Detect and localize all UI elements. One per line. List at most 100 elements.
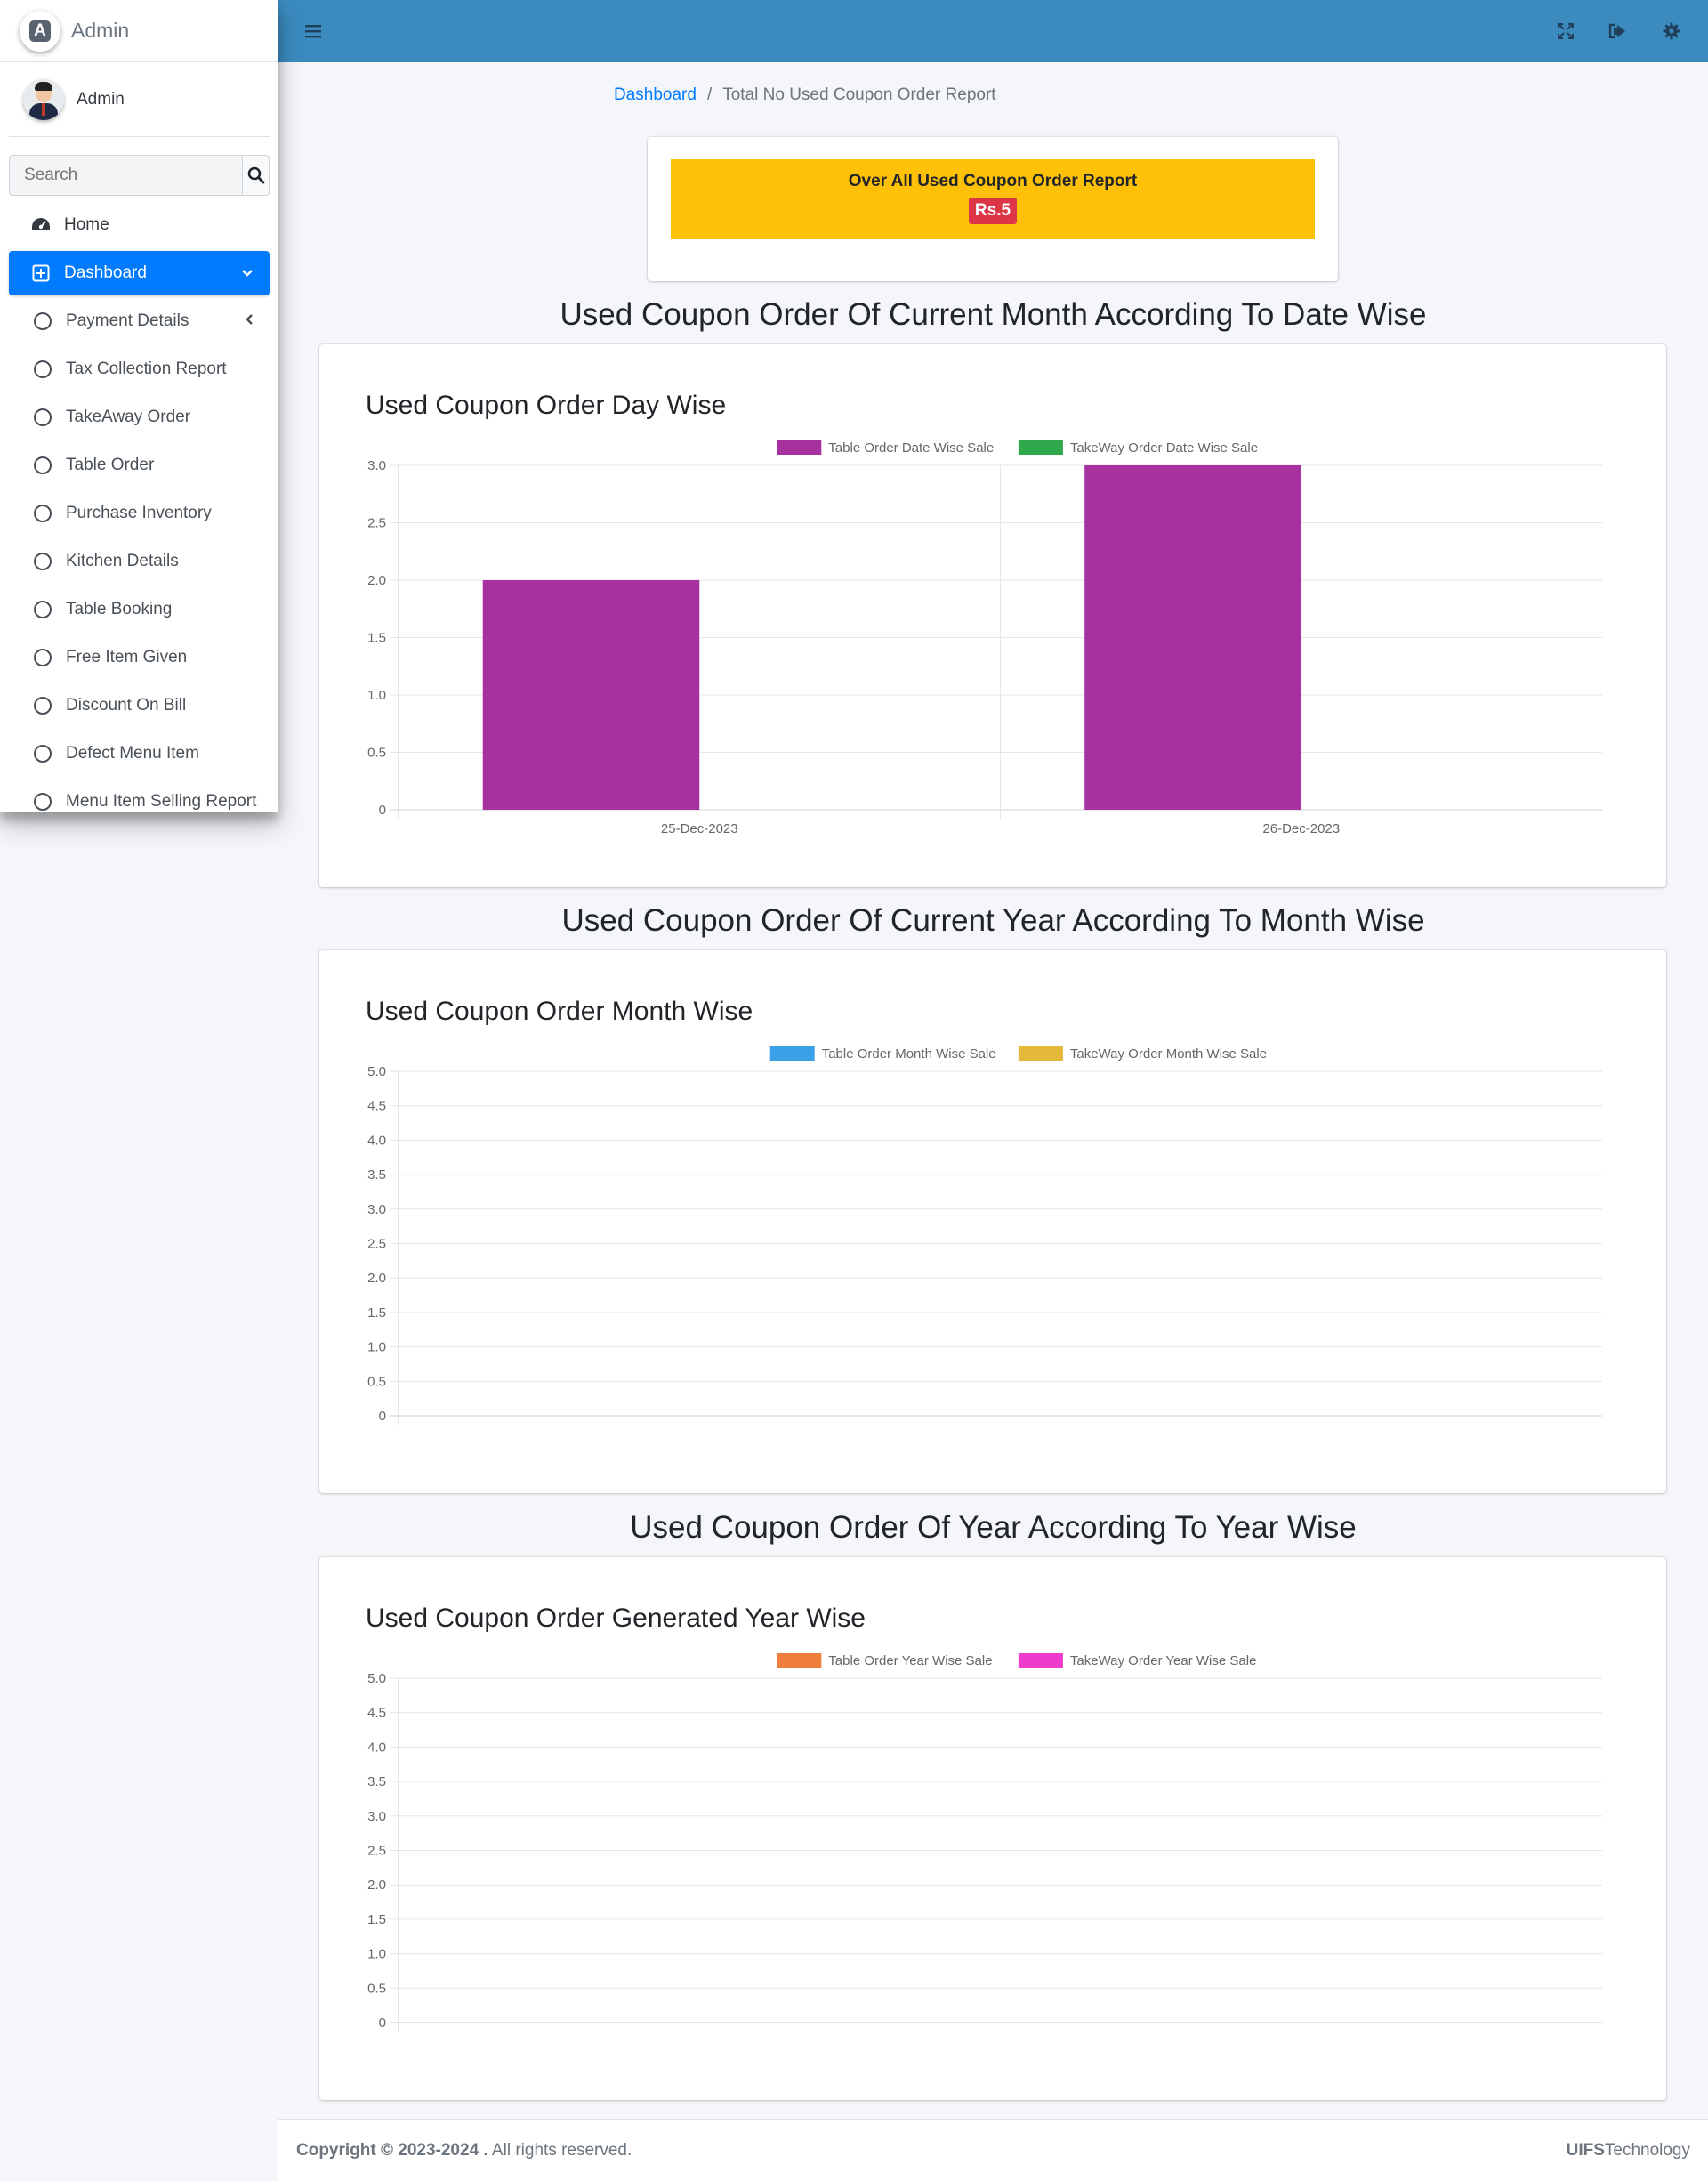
search-input[interactable] xyxy=(9,155,242,196)
sidebar-item-kitchen-details[interactable]: Kitchen Details xyxy=(9,539,270,584)
y-tick-label: 3.0 xyxy=(367,458,386,473)
chart-year-svg: Table Order Year Wise Sale TakeWay Order … xyxy=(367,1653,1602,2032)
sidebar-item-table-order[interactable]: Table Order xyxy=(9,443,270,488)
circle-icon xyxy=(32,503,53,524)
sidebar-item-payment-details[interactable]: Payment Details xyxy=(9,299,270,343)
y-tick-label: 5.0 xyxy=(367,1064,386,1079)
topbar xyxy=(278,0,1708,62)
circle-icon xyxy=(32,311,53,332)
sidebar-item-free-item-given[interactable]: Free Item Given xyxy=(9,635,270,680)
circle-icon xyxy=(32,599,53,620)
y-tick-label: 4.0 xyxy=(367,1740,386,1755)
section-title-year: Used Coupon Order Of Year According To Y… xyxy=(630,1510,1357,1545)
footer-rights-text: All rights reserved. xyxy=(487,2140,632,2160)
breadcrumb-dashboard-link[interactable]: Dashboard xyxy=(614,85,697,105)
y-tick-label: 2.5 xyxy=(367,1844,386,1859)
y-tick-label: 2.0 xyxy=(367,1271,386,1286)
footer-copyright-text: Copyright © 2023-2024 . xyxy=(296,2140,488,2160)
legend-label: Table Order Month Wise Sale xyxy=(822,1046,996,1062)
bar xyxy=(1084,465,1301,810)
hamburger-icon xyxy=(305,25,321,38)
circle-icon xyxy=(32,407,53,428)
y-tick-label: 1.0 xyxy=(367,688,386,703)
y-tick-label: 1.5 xyxy=(367,631,386,646)
legend-swatch xyxy=(1018,1046,1063,1061)
sidebar-item-home[interactable]: Home xyxy=(9,203,270,247)
circle-icon xyxy=(32,551,53,572)
sidebar-item-label: Menu Item Selling Report xyxy=(66,792,257,811)
circle-icon xyxy=(32,647,53,668)
search-button[interactable] xyxy=(242,155,270,196)
y-tick-label: 0 xyxy=(379,2015,386,2031)
y-tick-label: 0 xyxy=(379,1409,386,1424)
summary-value-badge: Rs.5 xyxy=(968,198,1018,224)
legend-swatch xyxy=(777,440,822,455)
bar xyxy=(482,580,700,810)
section-title-day: Used Coupon Order Of Current Month Accor… xyxy=(560,297,1427,332)
chart-day-svg: Table Order Date Wise Sale TakeWay Order … xyxy=(367,440,1602,836)
y-tick-label: 3.0 xyxy=(367,1809,386,1824)
y-tick-label: 1.0 xyxy=(367,1947,386,1962)
sidebar-item-dashboard[interactable]: Dashboard xyxy=(9,251,270,295)
sidebar-item-label: Free Item Given xyxy=(66,648,188,666)
sidebar-item-menu-item-selling-report[interactable]: Menu Item Selling Report xyxy=(9,780,270,812)
sidebar-nav: Home Dashboard Payment Details Tax Colle… xyxy=(0,203,278,812)
logout-button[interactable] xyxy=(1607,20,1630,43)
y-tick-label: 3.0 xyxy=(367,1202,386,1217)
y-tick-label: 1.5 xyxy=(367,1912,386,1927)
expand-icon xyxy=(1558,23,1574,39)
footer-company-bold: UIFS xyxy=(1566,2140,1605,2160)
legend-label: TakeWay Order Year Wise Sale xyxy=(1070,1653,1257,1668)
sidebar-item-takeaway-order[interactable]: TakeAway Order xyxy=(9,395,270,440)
footer-company: UIFSTechnology xyxy=(1567,2141,1690,2161)
tachometer-icon xyxy=(30,214,52,236)
chevron-left-icon xyxy=(245,311,254,331)
summary-box: Over All Used Coupon Order Report Rs.5 xyxy=(671,159,1315,239)
avatar xyxy=(23,78,64,120)
y-tick-label: 2.0 xyxy=(367,1878,386,1893)
fullscreen-button[interactable] xyxy=(1554,20,1577,43)
sidebar-item-tax-collection-report[interactable]: Tax Collection Report xyxy=(9,347,270,392)
footer: Copyright © 2023-2024 . All rights reser… xyxy=(278,2119,1708,2181)
section-title-month: Used Coupon Order Of Current Year Accord… xyxy=(561,903,1425,938)
legend-label: Table Order Year Wise Sale xyxy=(828,1653,992,1668)
circle-icon xyxy=(32,743,53,764)
chart-card-day: Used Coupon Order Day Wise Table Order D… xyxy=(319,344,1666,887)
y-tick-label: 2.5 xyxy=(367,516,386,531)
gear-icon xyxy=(1663,22,1680,40)
sidebar-item-label: Purchase Inventory xyxy=(66,504,212,522)
sidebar-item-purchase-inventory[interactable]: Purchase Inventory xyxy=(9,491,270,536)
summary-card: Over All Used Coupon Order Report Rs.5 xyxy=(648,137,1338,281)
y-tick-label: 2.5 xyxy=(367,1237,386,1252)
footer-copyright: Copyright © 2023-2024 . All rights reser… xyxy=(296,2141,632,2161)
sidebar-item-label: Payment Details xyxy=(66,311,189,330)
legend-label: TakeWay Order Month Wise Sale xyxy=(1070,1046,1267,1062)
breadcrumb-separator: / xyxy=(706,85,713,104)
sidebar-search xyxy=(9,155,270,196)
sidebar-item-table-booking[interactable]: Table Booking xyxy=(9,587,270,632)
sign-out-icon xyxy=(1608,23,1625,39)
circle-icon xyxy=(32,455,53,476)
legend-swatch xyxy=(769,1046,815,1061)
sidebar-item-label: Home xyxy=(64,215,109,234)
circle-icon xyxy=(32,695,53,716)
menu-toggle-button[interactable] xyxy=(302,20,325,43)
legend-swatch xyxy=(777,1653,822,1668)
settings-button[interactable] xyxy=(1660,20,1683,43)
sidebar-item-discount-on-bill[interactable]: Discount On Bill xyxy=(9,683,270,728)
y-tick-label: 4.0 xyxy=(367,1133,386,1148)
user-panel[interactable]: Admin xyxy=(9,62,270,137)
sidebar-item-defect-menu-item[interactable]: Defect Menu Item xyxy=(9,731,270,776)
brand-link[interactable]: A Admin xyxy=(0,0,278,62)
y-tick-label: 2.0 xyxy=(367,573,386,588)
summary-title: Over All Used Coupon Order Report xyxy=(848,172,1138,190)
y-tick-label: 0.5 xyxy=(367,746,386,761)
sidebar-item-label: Tax Collection Report xyxy=(66,359,227,378)
user-name[interactable]: Admin xyxy=(77,90,125,109)
breadcrumb-current: Total No Used Coupon Order Report xyxy=(722,85,996,104)
brand-logo-letter: A xyxy=(29,20,51,42)
brand-logo: A xyxy=(20,10,60,52)
legend-label: TakeWay Order Date Wise Sale xyxy=(1070,440,1258,456)
circle-icon xyxy=(32,359,53,380)
y-tick-label: 1.5 xyxy=(367,1305,386,1321)
